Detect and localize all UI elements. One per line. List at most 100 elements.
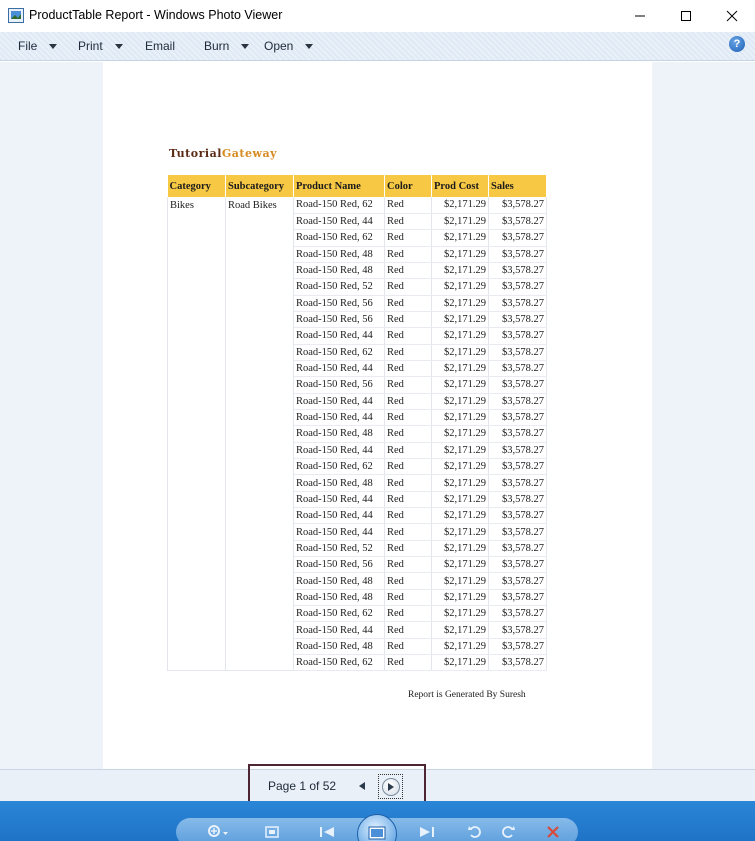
prod-cost-cell: $2,171.29 [431,605,489,623]
title-bar: ProductTable Report - Windows Photo View… [0,0,755,32]
slideshow-icon [368,826,386,840]
sales-cell: $3,578.27 [488,474,547,492]
print-menu-label: Print [78,39,103,53]
product-name-cell: Road-150 Red, 48 [293,425,385,443]
sales-cell: $3,578.27 [488,344,547,361]
product-name-cell: Road-150 Red, 62 [293,654,385,672]
product-name-cell: Road-150 Red, 62 [293,344,385,361]
window-title: ProductTable Report - Windows Photo View… [29,8,283,22]
prod-cost-cell: $2,171.29 [431,344,489,361]
sales-cell: $3,578.27 [488,638,547,656]
slideshow-button[interactable] [357,814,397,841]
sales-cell: $3,578.27 [488,540,547,558]
column-header-category: Category [167,175,226,197]
color-cell: Red [384,229,432,247]
sales-cell: $3,578.27 [488,360,547,378]
page-indicator: Page 1 of 52 [268,779,337,793]
delete-icon[interactable] [545,823,561,841]
prod-cost-cell: $2,171.29 [431,621,489,639]
product-name-cell: Road-150 Red, 48 [293,638,385,656]
color-cell: Red [384,605,432,623]
color-cell: Red [384,213,432,231]
prod-cost-cell: $2,171.29 [431,295,489,312]
chevron-down-icon [241,43,250,49]
color-cell: Red [384,654,432,672]
color-cell: Red [384,572,432,590]
triangle-right-icon [387,782,394,791]
prod-cost-cell: $2,171.29 [431,638,489,656]
print-menu[interactable]: Print [78,39,123,53]
sales-cell: $3,578.27 [488,376,547,394]
next-icon[interactable] [413,823,437,841]
subcategory-cell: Road Bikes [225,197,294,672]
sales-cell: $3,578.27 [488,605,547,623]
zoom-icon[interactable] [205,823,231,841]
product-name-cell: Road-150 Red, 48 [293,589,385,607]
sales-cell: $3,578.27 [488,393,547,410]
prod-cost-cell: $2,171.29 [431,262,489,280]
sales-cell: $3,578.27 [488,262,547,280]
rotate-clockwise-icon[interactable] [499,823,517,841]
product-name-cell: Road-150 Red, 62 [293,197,385,214]
product-name-cell: Road-150 Red, 44 [293,213,385,231]
email-button[interactable]: Email [145,39,175,53]
previous-page-button[interactable] [354,778,370,794]
prod-cost-cell: $2,171.29 [431,327,489,345]
color-cell: Red [384,327,432,345]
sales-cell: $3,578.27 [488,409,547,427]
menu-bar: File Print Email Burn Open [0,32,755,61]
chevron-down-icon [305,43,314,49]
color-cell: Red [384,442,432,460]
sales-cell: $3,578.27 [488,425,547,443]
rotate-counterclockwise-icon[interactable] [466,823,484,841]
sales-cell: $3,578.27 [488,507,547,525]
chevron-down-icon [114,43,123,49]
color-cell: Red [384,295,432,312]
help-icon[interactable]: ? [729,36,745,52]
sales-cell: $3,578.27 [488,278,547,296]
sales-cell: $3,578.27 [488,229,547,247]
next-page-button[interactable] [378,774,403,799]
sales-cell: $3,578.27 [488,442,547,460]
burn-menu[interactable]: Burn [204,39,250,53]
product-name-cell: Road-150 Red, 52 [293,278,385,296]
sales-cell: $3,578.27 [488,589,547,607]
prod-cost-cell: $2,171.29 [431,278,489,296]
color-cell: Red [384,311,432,329]
color-cell: Red [384,474,432,492]
report-footer: Report is Generated By Suresh [408,690,526,700]
color-cell: Red [384,425,432,443]
tutorial-gateway-logo: TutorialGateway [169,147,277,160]
product-name-cell: Road-150 Red, 44 [293,409,385,427]
sales-cell: $3,578.27 [488,213,547,231]
color-cell: Red [384,621,432,639]
product-name-cell: Road-150 Red, 62 [293,605,385,623]
maximize-button[interactable] [663,0,709,31]
open-menu[interactable]: Open [264,39,314,53]
color-cell: Red [384,278,432,296]
color-cell: Red [384,556,432,574]
sales-cell: $3,578.27 [488,246,547,263]
actual-size-icon[interactable] [263,823,281,841]
color-cell: Red [384,540,432,558]
table-row: Bikes Road Bikes Road-150 Red, 62 Red $2,171… [167,197,547,672]
column-header-color: Color [384,175,432,197]
product-name-cell: Road-150 Red, 48 [293,246,385,263]
column-header-sales: Sales [488,175,547,197]
prod-cost-cell: $2,171.29 [431,376,489,394]
previous-icon[interactable] [317,823,341,841]
prod-cost-cell: $2,171.29 [431,507,489,525]
minimize-button[interactable] [617,0,663,31]
color-cell: Red [384,523,432,541]
file-menu[interactable]: File [18,39,58,53]
sales-cell: $3,578.27 [488,491,547,509]
color-cell: Red [384,638,432,656]
color-cell: Red [384,376,432,394]
logo-text-gateway: Gateway [221,147,277,160]
file-menu-label: File [18,39,38,53]
close-button[interactable] [709,0,755,31]
triangle-left-icon [359,782,365,790]
sales-cell: $3,578.27 [488,556,547,574]
prod-cost-cell: $2,171.29 [431,246,489,263]
logo-text-tutorial: Tutorial [169,147,222,160]
